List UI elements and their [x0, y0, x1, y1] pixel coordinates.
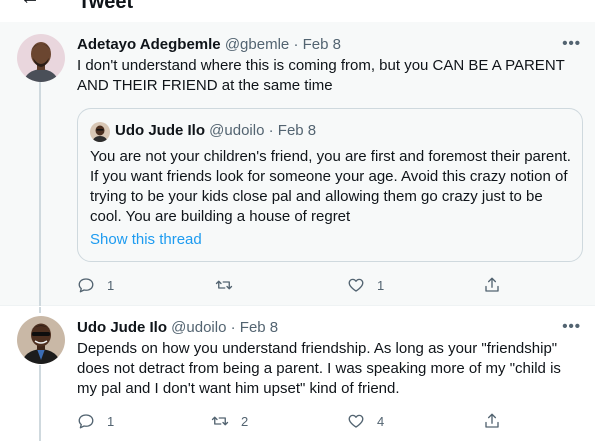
reply-button[interactable]: 1	[77, 411, 114, 431]
retweet-icon	[211, 412, 229, 430]
like-button[interactable]: 1	[347, 275, 384, 295]
share-icon	[483, 276, 501, 294]
tweet-header: Adetayo Adegbemle @gbemle · Feb 8	[77, 36, 341, 54]
quote-author-name: Udo Jude Ilo	[115, 122, 205, 139]
author-handle[interactable]: @udoilo	[171, 319, 226, 336]
more-icon[interactable]: •••	[562, 318, 581, 335]
separator-dot: ·	[230, 319, 236, 336]
reply-count: 1	[107, 413, 115, 429]
tweet-date[interactable]: Feb 8	[303, 36, 341, 53]
reply-icon	[77, 412, 95, 430]
author-name[interactable]: Adetayo Adegbemle	[77, 36, 221, 53]
back-arrow-icon[interactable]: ←	[20, 0, 40, 8]
tweet-text: Depends on how you understand friendship…	[77, 340, 561, 397]
tweet-header: Udo Jude Ilo @udoilo · Feb 8	[77, 319, 278, 337]
reply-icon	[77, 276, 95, 294]
retweet-icon	[215, 276, 233, 294]
author-handle[interactable]: @gbemle	[225, 36, 289, 53]
quote-author-handle: @udoilo	[209, 122, 265, 139]
quote-text: You are not your children's friend, you …	[90, 148, 571, 225]
retweet-button[interactable]: 2	[211, 411, 248, 431]
quoted-tweet[interactable]: Udo Jude Ilo @udoilo · Feb 8 You are not…	[77, 108, 583, 262]
retweet-button[interactable]	[215, 275, 245, 295]
top-bar: ← Tweet	[0, 0, 595, 22]
tweet-text: I don't understand where this is coming …	[77, 57, 565, 94]
tweet[interactable]: Udo Jude Ilo @udoilo · Feb 8 ••• Depends…	[0, 307, 595, 441]
show-thread-link[interactable]: Show this thread	[90, 230, 202, 250]
quote-avatar	[90, 122, 110, 142]
separator-dot: ·	[268, 122, 274, 139]
reply-button[interactable]: 1	[77, 275, 114, 295]
separator-dot: ·	[293, 36, 299, 53]
quote-date: Feb 8	[277, 122, 317, 139]
share-button[interactable]	[483, 411, 501, 431]
tweet[interactable]: Adetayo Adegbemle @gbemle · Feb 8 ••• I …	[0, 22, 595, 306]
page-title: Tweet	[78, 0, 134, 13]
avatar[interactable]	[17, 316, 65, 364]
share-button[interactable]	[483, 275, 501, 295]
tweet-date[interactable]: Feb 8	[240, 319, 278, 336]
thread-line	[39, 365, 41, 441]
reply-count: 1	[107, 277, 115, 293]
author-name[interactable]: Udo Jude Ilo	[77, 319, 167, 336]
share-icon	[483, 412, 501, 430]
like-icon	[347, 276, 365, 294]
like-count: 4	[377, 413, 385, 429]
thread-line	[39, 82, 41, 306]
avatar[interactable]	[17, 34, 65, 82]
like-button[interactable]: 4	[347, 411, 384, 431]
like-count: 1	[377, 277, 385, 293]
like-icon	[347, 412, 365, 430]
action-bar: 1 1	[77, 275, 507, 295]
thread-line	[39, 307, 41, 313]
more-icon[interactable]: •••	[562, 35, 581, 52]
retweet-count: 2	[241, 413, 249, 429]
quote-header: Udo Jude Ilo @udoilo · Feb 8	[115, 122, 316, 140]
action-bar: 1 2 4	[77, 411, 507, 431]
